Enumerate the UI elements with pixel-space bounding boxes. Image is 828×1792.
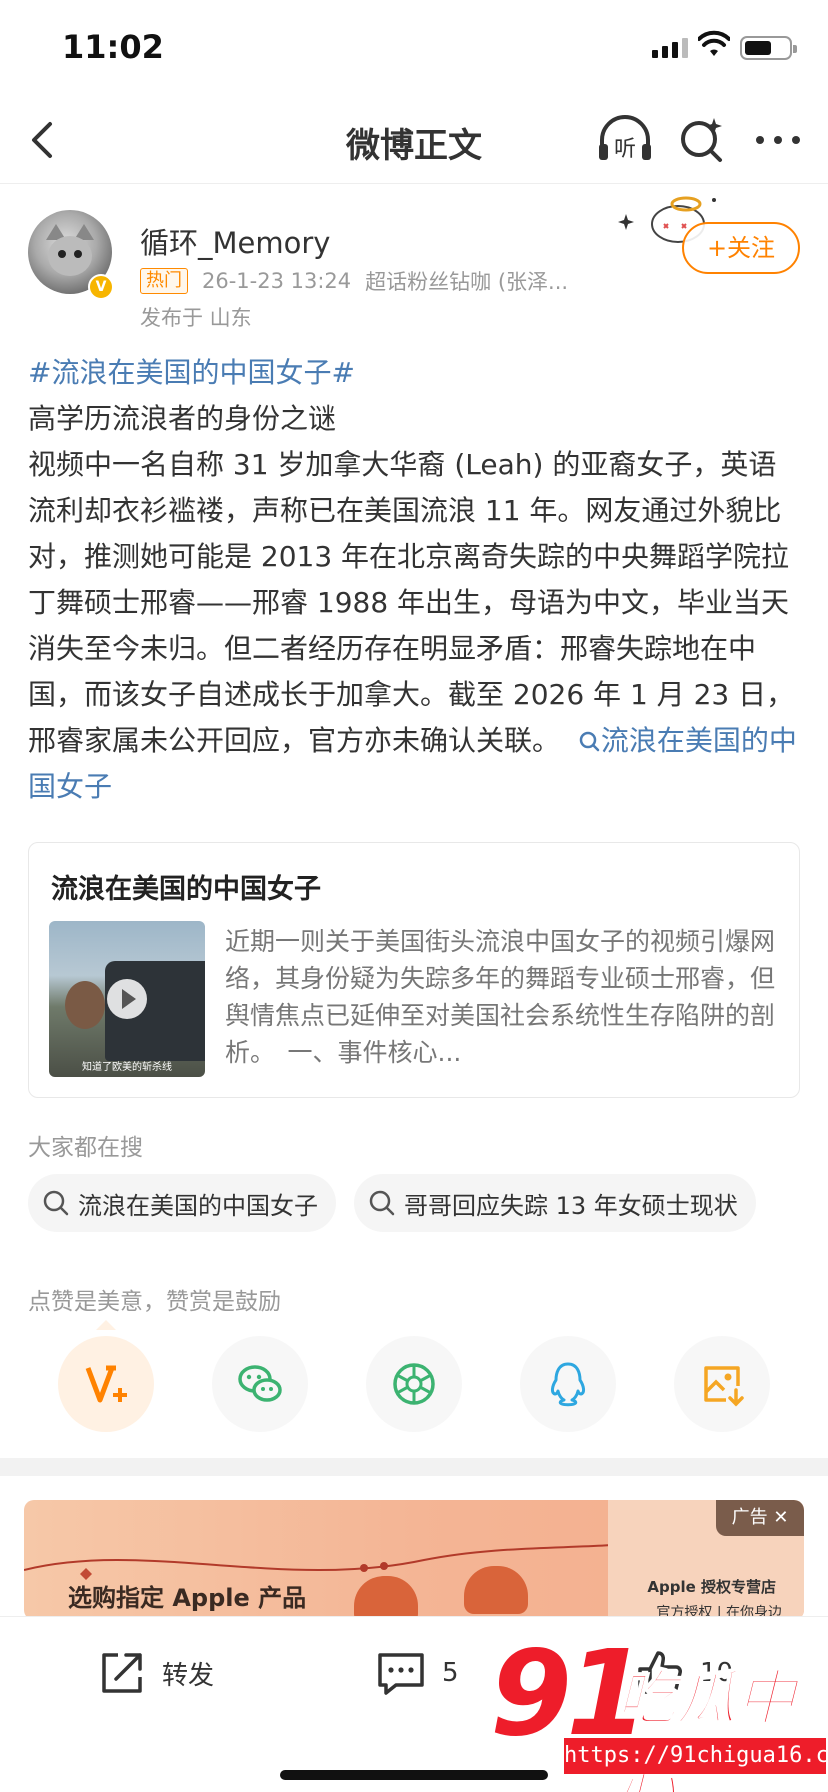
comment-button[interactable]: 5 xyxy=(374,1647,459,1699)
nav-bar: 微博正文 听 xyxy=(0,96,828,184)
tooltip-pointer xyxy=(96,1320,116,1330)
site-watermark: 91 吃瓜中心 https://91chigua16.com xyxy=(490,1624,828,1792)
ad-horse-charm xyxy=(464,1566,528,1614)
post-headline: 高学历流浪者的身份之谜 xyxy=(28,402,337,435)
video-thumbnail[interactable]: 知道了欧美的斩杀线 xyxy=(49,921,205,1077)
share-qq-button[interactable] xyxy=(520,1336,616,1432)
home-indicator xyxy=(280,1770,548,1780)
search-chip[interactable]: 流浪在美国的中国女子 xyxy=(28,1174,336,1232)
article-card[interactable]: 流浪在美国的中国女子 知道了欧美的斩杀线 近期一则关于美国街头流浪中国女子的视频… xyxy=(28,842,800,1098)
save-image-button[interactable] xyxy=(674,1336,770,1432)
card-description: 近期一则关于美国街头流浪中国女子的视频引爆网络，其身份疑为失踪多年的舞蹈专业硕士… xyxy=(225,927,775,1067)
search-icon xyxy=(369,1190,395,1216)
vplus-reward-button[interactable] xyxy=(58,1336,154,1432)
repost-label: 转发 xyxy=(162,1660,215,1691)
post-text: 视频中一名自称 31 岁加拿大华裔 (Leah) 的亚裔女子，英语流利却衣衫褴褛… xyxy=(28,448,795,757)
section-divider xyxy=(0,1458,828,1476)
post-datetime: 26-1-23 13:24 xyxy=(202,269,352,293)
post-location: 发布于 山东 xyxy=(140,306,252,330)
ad-headline: 选购指定 Apple 产品 xyxy=(68,1584,307,1612)
wechat-icon xyxy=(238,1365,282,1402)
status-bar: 11:02 xyxy=(0,0,828,96)
more-icon[interactable] xyxy=(752,114,804,166)
listen-icon[interactable]: 听 xyxy=(596,114,654,166)
comment-icon xyxy=(378,1653,424,1695)
qq-icon xyxy=(551,1362,585,1407)
signal-icon xyxy=(652,38,688,58)
vplus-icon xyxy=(85,1365,127,1403)
search-chip-label: 哥哥回应失踪 13 年女硕士现状 xyxy=(404,1191,738,1220)
listen-label: 听 xyxy=(614,137,636,162)
moments-icon xyxy=(393,1363,435,1405)
ad-banner[interactable]: 选购指定 Apple 产品 Apple 授权专营店 官方授权 | 在你身边 广告… xyxy=(24,1500,804,1620)
thumbnail-caption: 知道了欧美的斩杀线 xyxy=(82,1062,172,1073)
follow-button[interactable]: +关注 xyxy=(682,222,800,274)
post-topic[interactable]: 超话粉丝钻咖 (张泽... xyxy=(365,266,595,296)
verified-badge-icon: V xyxy=(88,274,114,300)
status-time: 11:02 xyxy=(62,28,164,66)
post-body: #流浪在美国的中国女子# 高学历流浪者的身份之谜 视频中一名自称 31 岁加拿大… xyxy=(28,350,804,810)
battery-icon xyxy=(740,36,797,60)
search-chip[interactable]: 哥哥回应失踪 13 年女硕士现状 xyxy=(354,1174,756,1232)
play-icon xyxy=(107,979,147,1019)
author-name[interactable]: 循环_Memory xyxy=(140,220,330,262)
repost-icon xyxy=(102,1653,142,1693)
post-meta: 热门 26-1-23 13:24 超话粉丝钻咖 (张泽... xyxy=(140,266,595,296)
search-chips: 流浪在美国的中国女子 哥哥回应失踪 13 年女硕士现状 xyxy=(28,1174,756,1232)
ad-store-name: Apple 授权专营店 xyxy=(647,1578,776,1596)
reward-label: 点赞是美意，赞赏是鼓励 xyxy=(28,1289,281,1315)
search-sparkle-icon[interactable] xyxy=(676,114,728,166)
wifi-icon xyxy=(698,30,730,56)
card-title: 流浪在美国的中国女子 xyxy=(51,874,321,905)
share-row xyxy=(58,1336,808,1432)
search-icon xyxy=(43,1190,69,1216)
comment-count: 5 xyxy=(442,1658,459,1688)
search-link-icon xyxy=(579,731,600,752)
trending-search-label: 大家都在搜 xyxy=(28,1135,143,1161)
post-hashtag[interactable]: #流浪在美国的中国女子# xyxy=(28,356,355,389)
save-image-icon xyxy=(704,1366,744,1407)
search-chip-label: 流浪在美国的中国女子 xyxy=(78,1191,318,1220)
share-moments-button[interactable] xyxy=(366,1336,462,1432)
hot-badge: 热门 xyxy=(140,268,188,294)
share-wechat-button[interactable] xyxy=(212,1336,308,1432)
watermark-url: https://91chigua16.com xyxy=(564,1738,828,1774)
ad-close-badge[interactable]: 广告 ✕ xyxy=(716,1500,804,1536)
repost-button[interactable]: 转发 xyxy=(96,1647,214,1699)
